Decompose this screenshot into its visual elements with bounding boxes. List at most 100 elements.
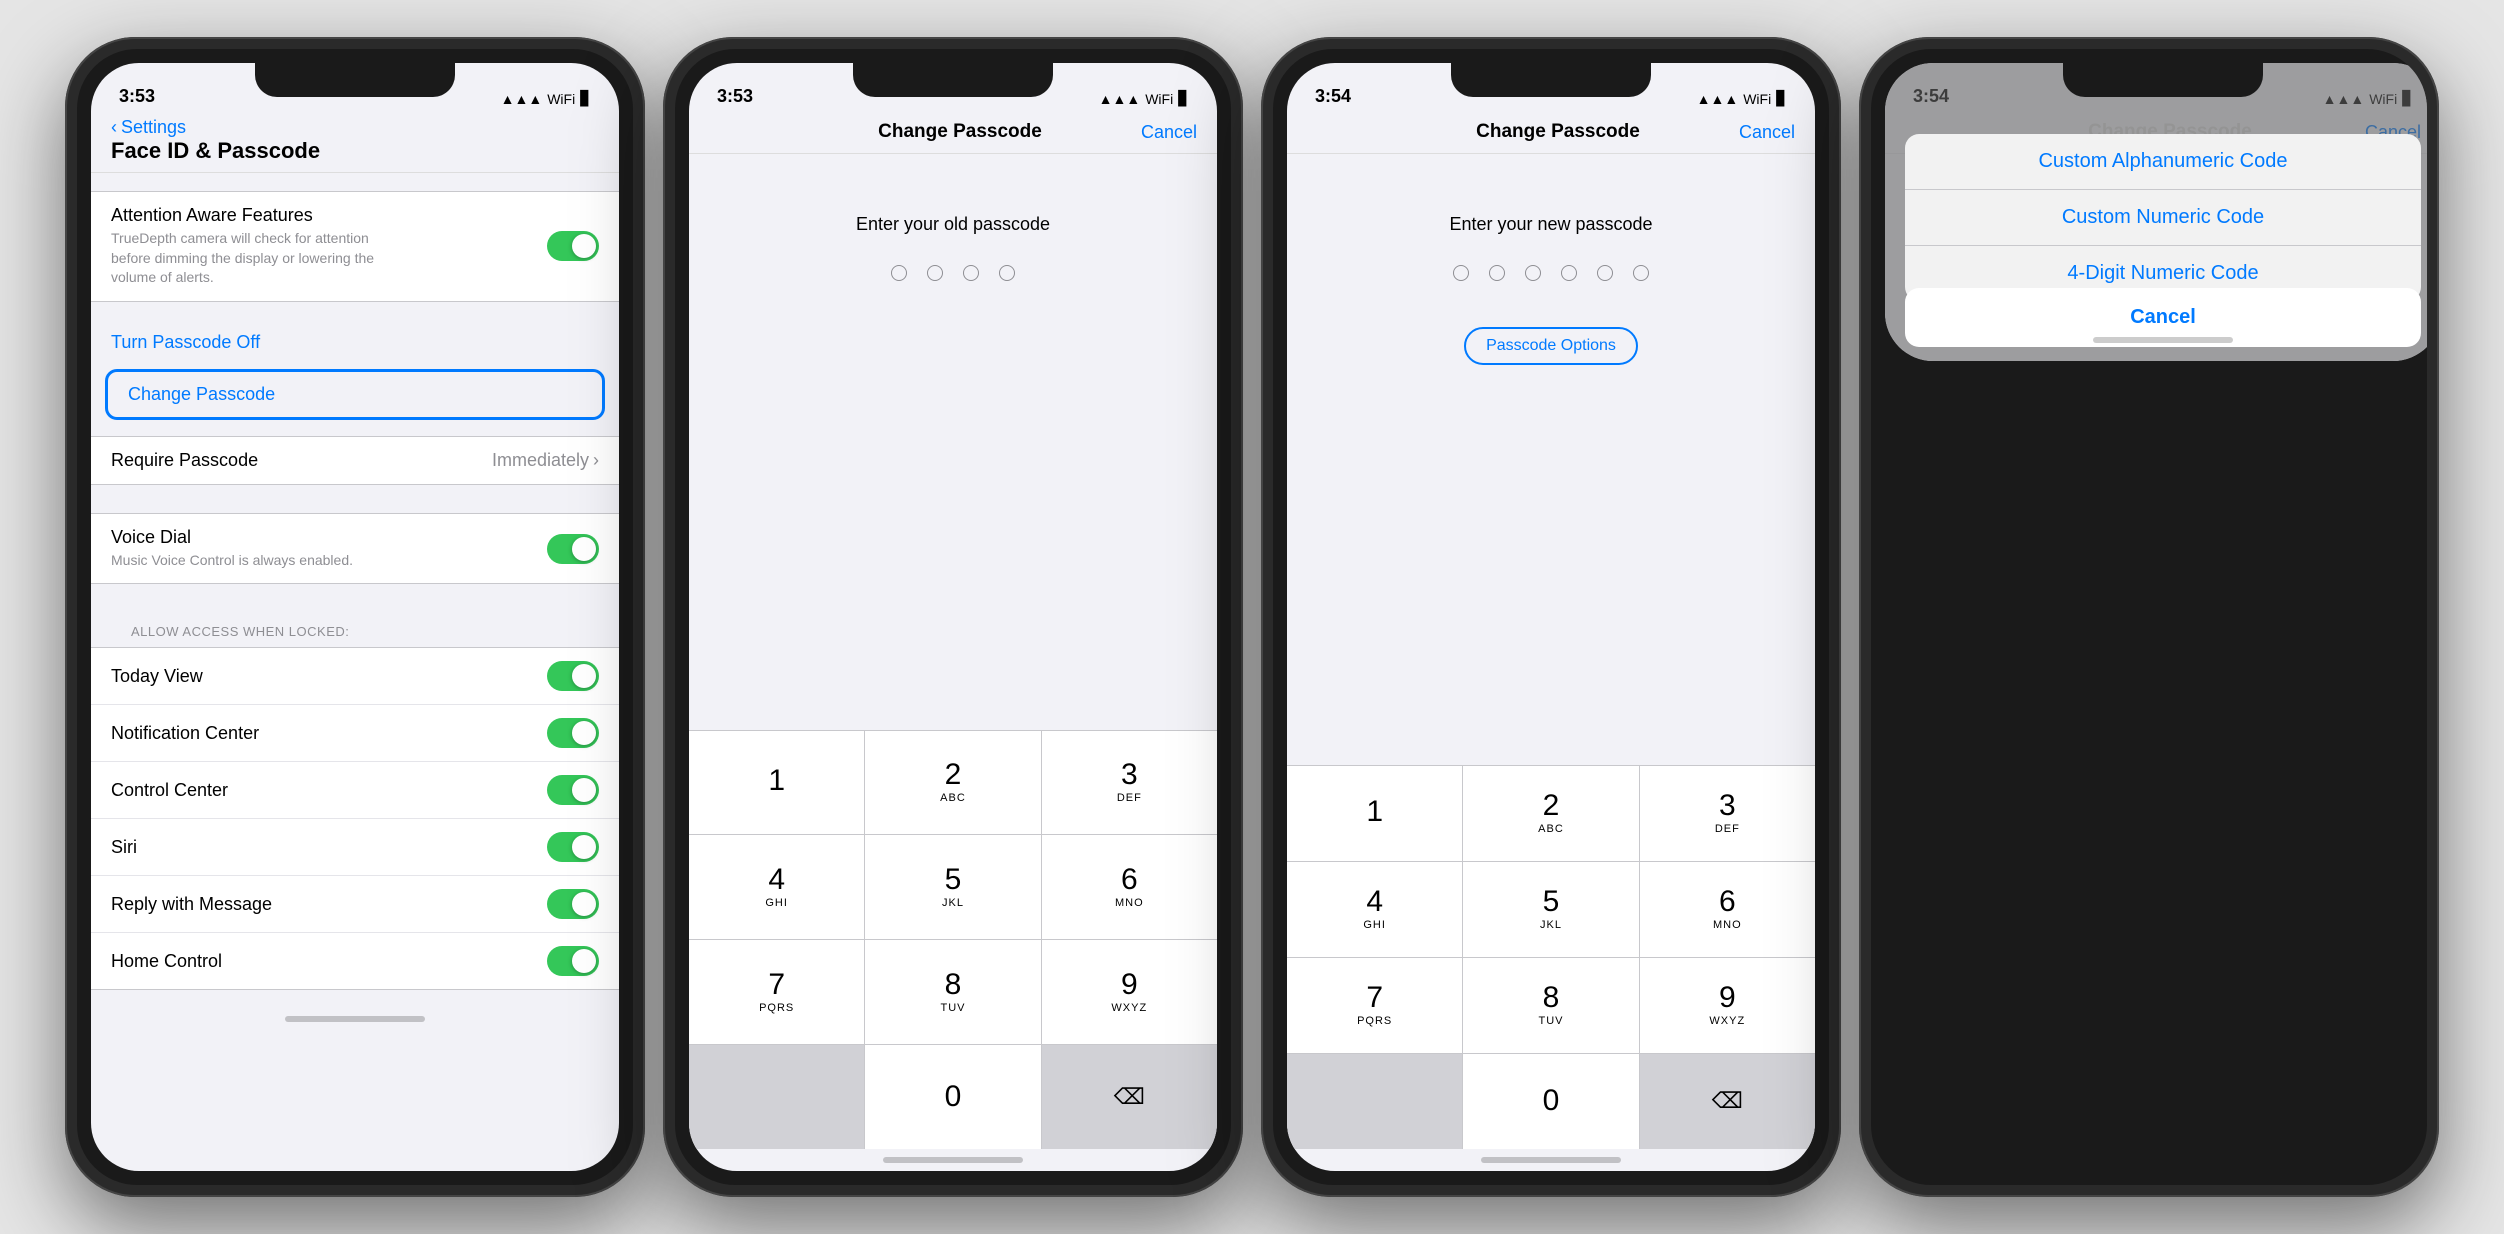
key-3-3[interactable]: 3DEF [1640, 766, 1815, 861]
key-3-8[interactable]: 8TUV [1463, 958, 1638, 1053]
key-2[interactable]: 2ABC [865, 731, 1040, 835]
change-passcode-highlighted[interactable]: Change Passcode [105, 369, 605, 420]
dot-3 [963, 265, 979, 281]
control-center-row: Control Center [91, 762, 619, 819]
require-value: Immediately › [492, 450, 599, 471]
dot-3-3 [1525, 265, 1541, 281]
siri-label: Siri [111, 837, 137, 858]
key-4[interactable]: 4GHI [689, 835, 864, 939]
signal-icon-2: ▲▲▲ [1099, 91, 1141, 107]
voice-section: Voice Dial Music Voice Control is always… [91, 513, 619, 585]
siri-toggle[interactable] [547, 832, 599, 862]
passcode-dots-2 [689, 265, 1217, 281]
phone-2: 3:53 ▲▲▲ WiFi ▊ Change Passcode Cancel E… [663, 37, 1243, 1197]
battery-icon: ▊ [580, 90, 591, 107]
notification-center-toggle[interactable] [547, 718, 599, 748]
option-numeric[interactable]: Custom Numeric Code [1905, 190, 2421, 246]
voice-label: Voice Dial [111, 527, 353, 548]
dot-4 [999, 265, 1015, 281]
attention-section: Attention Aware Features TrueDepth camer… [91, 191, 619, 302]
voice-toggle[interactable] [547, 534, 599, 564]
passcode-dots-3 [1287, 265, 1815, 281]
time-1: 3:53 [119, 86, 155, 107]
allow-access-header: ALLOW ACCESS WHEN LOCKED: [111, 616, 599, 643]
key-7[interactable]: 7PQRS [689, 940, 864, 1044]
key-3[interactable]: 3DEF [1042, 731, 1217, 835]
key-3-4[interactable]: 4GHI [1287, 862, 1462, 957]
attention-toggle[interactable] [547, 231, 599, 261]
attention-sub: TrueDepth camera will check for attentio… [111, 229, 411, 288]
allow-access-header-wrapper: ALLOW ACCESS WHEN LOCKED: [91, 602, 619, 647]
key-3-7[interactable]: 7PQRS [1287, 958, 1462, 1053]
home-control-toggle[interactable] [547, 946, 599, 976]
dot-2 [927, 265, 943, 281]
passcode-links: Turn Passcode Off Change Passcode [91, 320, 619, 424]
key-0[interactable]: 0 [865, 1045, 1040, 1149]
reply-label: Reply with Message [111, 894, 272, 915]
notch-4 [2063, 63, 2263, 97]
back-label: Settings [121, 117, 186, 138]
key-8[interactable]: 8TUV [865, 940, 1040, 1044]
dot-3-1 [1453, 265, 1469, 281]
key-empty [689, 1045, 864, 1149]
home-indicator-1 [285, 1016, 425, 1022]
require-row[interactable]: Require Passcode Immediately › [91, 437, 619, 484]
option-alphanumeric[interactable]: Custom Alphanumeric Code [1905, 134, 2421, 190]
home-indicator-4 [2093, 337, 2233, 343]
key-3-delete[interactable]: ⌫ [1640, 1054, 1815, 1149]
key-3-9[interactable]: 9WXYZ [1640, 958, 1815, 1053]
today-view-row: Today View [91, 648, 619, 705]
signal-icon-3: ▲▲▲ [1697, 91, 1739, 107]
passcode-title-2: Change Passcode [878, 121, 1042, 143]
dot-3-2 [1489, 265, 1505, 281]
cancel-button-2[interactable]: Cancel [1141, 122, 1197, 143]
dot-3-5 [1597, 265, 1613, 281]
today-view-toggle[interactable] [547, 661, 599, 691]
key-3-2[interactable]: 2ABC [1463, 766, 1638, 861]
key-6[interactable]: 6MNO [1042, 835, 1217, 939]
dot-3-6 [1633, 265, 1649, 281]
key-1[interactable]: 1 [689, 731, 864, 835]
key-3-6[interactable]: 6MNO [1640, 862, 1815, 957]
key-3-5[interactable]: 5JKL [1463, 862, 1638, 957]
notch-1 [255, 63, 455, 97]
attention-content: Attention Aware Features TrueDepth camer… [111, 205, 411, 288]
notch-3 [1451, 63, 1651, 97]
numpad-3: 1 2ABC 3DEF 4GHI 5JKL 6MNO 7PQRS 8TUV 9W… [1287, 765, 1815, 1150]
passcode-prompt-2: Enter your old passcode [689, 154, 1217, 265]
settings-nav: ‹ Settings Face ID & Passcode [91, 113, 619, 173]
status-icons-3: ▲▲▲ WiFi ▊ [1697, 90, 1787, 107]
signal-icon: ▲▲▲ [501, 91, 543, 107]
control-center-toggle[interactable] [547, 775, 599, 805]
change-passcode-link[interactable]: Change Passcode [108, 372, 602, 417]
cancel-button-3[interactable]: Cancel [1739, 122, 1795, 143]
time-2: 3:53 [717, 86, 753, 107]
wifi-icon: WiFi [547, 91, 575, 107]
key-9[interactable]: 9WXYZ [1042, 940, 1217, 1044]
siri-row: Siri [91, 819, 619, 876]
screen-4: 3:54 ▲▲▲ WiFi ▊ Change Passcode Cancel E… [1885, 63, 2427, 361]
home-indicator-2 [883, 1157, 1023, 1163]
passcode-options-btn-3[interactable]: Passcode Options [1464, 327, 1638, 365]
key-3-1[interactable]: 1 [1287, 766, 1462, 861]
chevron-left-icon: ‹ [111, 117, 117, 138]
screen-1: 3:53 ▲▲▲ WiFi ▊ ‹ Settings Face ID & Pas… [91, 63, 619, 1171]
wifi-icon-3: WiFi [1743, 91, 1771, 107]
key-3-0[interactable]: 0 [1463, 1054, 1638, 1149]
notch-2 [853, 63, 1053, 97]
allow-access-section: Today View Notification Center Control C… [91, 647, 619, 990]
dot-1 [891, 265, 907, 281]
reply-toggle[interactable] [547, 889, 599, 919]
back-button[interactable]: ‹ Settings [111, 117, 599, 138]
home-control-label: Home Control [111, 951, 222, 972]
phone-3: 3:54 ▲▲▲ WiFi ▊ Change Passcode Cancel E… [1261, 37, 1841, 1197]
time-3: 3:54 [1315, 86, 1351, 107]
today-view-label: Today View [111, 666, 203, 687]
notification-center-label: Notification Center [111, 723, 259, 744]
status-icons-1: ▲▲▲ WiFi ▊ [501, 90, 591, 107]
key-5[interactable]: 5JKL [865, 835, 1040, 939]
attention-label: Attention Aware Features [111, 205, 411, 226]
turn-off-link[interactable]: Turn Passcode Off [91, 320, 619, 365]
phones-container: 3:53 ▲▲▲ WiFi ▊ ‹ Settings Face ID & Pas… [35, 7, 2469, 1227]
key-delete[interactable]: ⌫ [1042, 1045, 1217, 1149]
